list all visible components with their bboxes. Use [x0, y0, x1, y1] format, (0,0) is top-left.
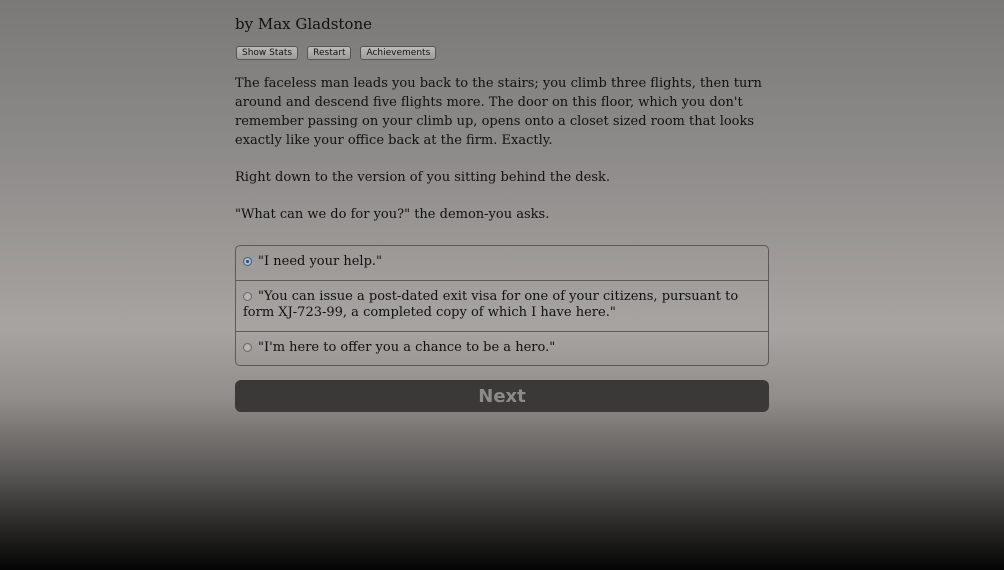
choice-option[interactable]: "I need your help." [236, 246, 768, 280]
show-stats-button[interactable]: Show Stats [236, 46, 299, 60]
choice-list: "I need your help." "You can issue a pos… [235, 245, 769, 366]
radio-unselected-icon[interactable] [243, 292, 252, 301]
choice-label: "I'm here to offer you a chance to be a … [258, 340, 556, 355]
choice-label: "I need your help." [258, 254, 383, 269]
story-paragraph: The faceless man leads you back to the s… [235, 76, 762, 148]
next-button[interactable]: Next [235, 380, 769, 412]
choice-option[interactable]: "I'm here to offer you a chance to be a … [236, 331, 768, 365]
story-paragraph: "What can we do for you?" the demon-you … [235, 207, 550, 222]
radio-selected-icon[interactable] [243, 257, 252, 266]
restart-button[interactable]: Restart [307, 46, 352, 60]
choice-label: "You can issue a post-dated exit visa fo… [243, 289, 739, 320]
author-byline: by Max Gladstone [235, 15, 372, 33]
radio-unselected-icon[interactable] [243, 343, 252, 352]
choice-option[interactable]: "You can issue a post-dated exit visa fo… [236, 280, 768, 331]
achievements-button[interactable]: Achievements [360, 46, 437, 60]
story-text: The faceless man leads you back to the s… [235, 74, 769, 242]
story-paragraph: Right down to the version of you sitting… [235, 170, 610, 185]
toolbar: Show Stats Restart Achievements [236, 46, 437, 60]
